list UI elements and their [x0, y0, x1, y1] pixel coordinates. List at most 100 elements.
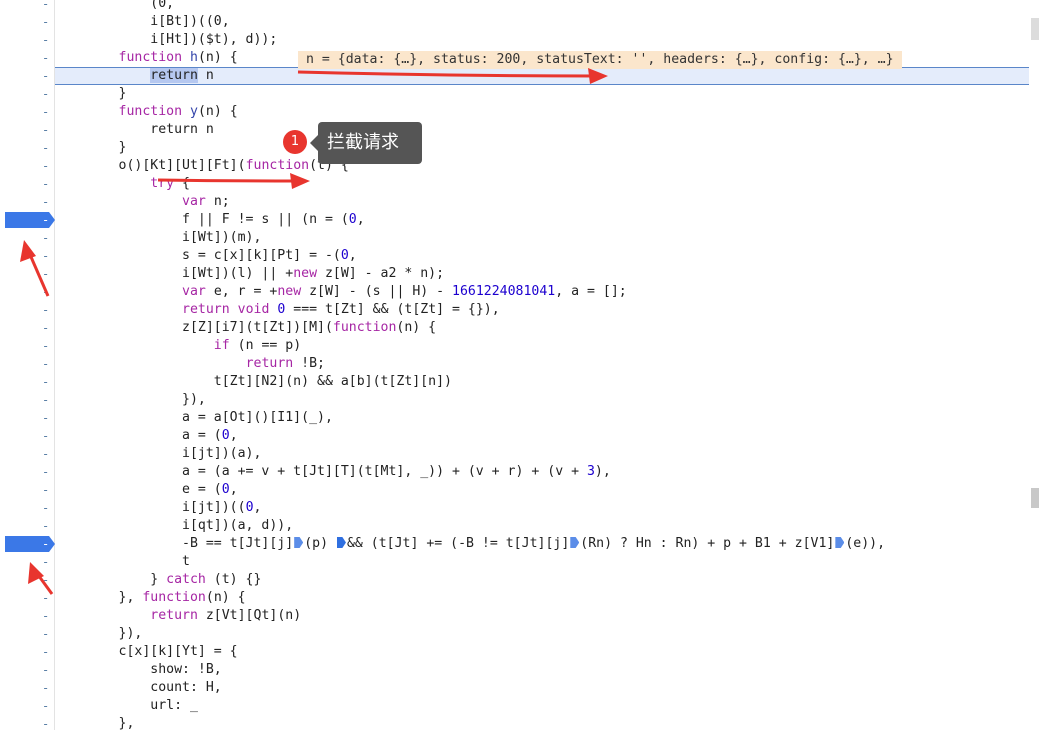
- code-line[interactable]: }: [55, 139, 1029, 157]
- code-line[interactable]: o()[Kt][Ut][Ft](function(t) {: [55, 157, 1029, 175]
- code-line[interactable]: i[Wt])(m),: [55, 229, 1029, 247]
- gutter-line[interactable]: -: [0, 157, 54, 175]
- gutter-line[interactable]: -: [0, 265, 54, 283]
- code-token: -B == t[Jt][j]: [55, 536, 294, 551]
- code-line[interactable]: (0,: [55, 0, 1029, 13]
- gutter-line[interactable]: -: [0, 517, 54, 535]
- code-line[interactable]: }: [55, 85, 1029, 103]
- code-line[interactable]: c[x][k][Yt] = {: [55, 643, 1029, 661]
- code-line[interactable]: a = (a += v + t[Jt][T](t[Mt], _)) + (v +…: [55, 463, 1029, 481]
- gutter-line[interactable]: -: [0, 13, 54, 31]
- gutter-line[interactable]: -: [0, 211, 55, 229]
- gutter-line[interactable]: -: [0, 571, 54, 589]
- code-number: 1661224081041: [452, 284, 556, 299]
- code-line[interactable]: -B == t[Jt][j] (p) && (t[Jt] += (-B != t[…: [55, 535, 1029, 553]
- gutter-dash: -: [42, 357, 50, 371]
- gutter-line[interactable]: -: [0, 31, 54, 49]
- code-token: s = c[x][k][Pt] = -(: [55, 248, 341, 263]
- gutter-line[interactable]: -: [0, 499, 54, 517]
- gutter-line[interactable]: -: [0, 409, 54, 427]
- gutter-dash: -: [42, 537, 50, 551]
- gutter-line[interactable]: -: [0, 481, 54, 499]
- gutter-line[interactable]: -: [0, 607, 54, 625]
- gutter-line[interactable]: -: [0, 283, 54, 301]
- gutter-line[interactable]: -: [0, 49, 54, 67]
- code-line[interactable]: e = (0,: [55, 481, 1029, 499]
- code-line[interactable]: i[Ht])($t), d));: [55, 31, 1029, 49]
- code-line[interactable]: function y(n) {: [55, 103, 1029, 121]
- line-gutter[interactable]: - - - - - - - - - - - - - - - - - - - - - - - - - - - - - - - - - - - - - - - -…: [0, 0, 55, 733]
- code-line[interactable]: i[jt])(a),: [55, 445, 1029, 463]
- code-token: t: [55, 554, 190, 569]
- gutter-line[interactable]: -: [0, 535, 55, 553]
- code-line[interactable]: i[jt])((0,: [55, 499, 1029, 517]
- code-line[interactable]: return void 0 === t[Zt] && (t[Zt] = {}),: [55, 301, 1029, 319]
- code-line[interactable]: z[Z][i7](t[Zt])[M](function(n) {: [55, 319, 1029, 337]
- code-line[interactable]: t[Zt][N2](n) && a[b](t[Zt][n]): [55, 373, 1029, 391]
- inline-breakpoint-icon[interactable]: [570, 537, 580, 548]
- code-line[interactable]: var n;: [55, 193, 1029, 211]
- gutter-line[interactable]: -: [0, 301, 54, 319]
- breakpoint-marker[interactable]: -: [5, 536, 55, 552]
- code-line[interactable]: a = (0,: [55, 427, 1029, 445]
- gutter-line[interactable]: -: [0, 247, 54, 265]
- gutter-line[interactable]: -: [0, 661, 54, 679]
- code-line[interactable]: i[Wt])(l) || +new z[W] - a2 * n);: [55, 265, 1029, 283]
- code-line[interactable]: t: [55, 553, 1029, 571]
- code-line[interactable]: } catch (t) {}: [55, 571, 1029, 589]
- gutter-line[interactable]: -: [0, 445, 54, 463]
- code-line[interactable]: i[Bt])((0,: [55, 13, 1029, 31]
- gutter-line[interactable]: -: [0, 193, 54, 211]
- gutter-line[interactable]: -: [0, 337, 54, 355]
- gutter-line[interactable]: -: [0, 625, 54, 643]
- code-token: {: [174, 176, 190, 191]
- code-line[interactable]: show: !B,: [55, 661, 1029, 679]
- gutter-line[interactable]: -: [0, 229, 54, 247]
- code-line[interactable]: f || F != s || (n = (0,: [55, 211, 1029, 229]
- gutter-dash: -: [42, 411, 50, 425]
- gutter-line[interactable]: -: [0, 373, 54, 391]
- gutter-line[interactable]: -: [0, 139, 54, 157]
- code-line[interactable]: }),: [55, 625, 1029, 643]
- code-token: a = a[Ot]()[I1](_),: [55, 410, 333, 425]
- inline-breakpoint-icon[interactable]: [835, 537, 845, 548]
- gutter-line[interactable]: -: [0, 103, 54, 121]
- gutter-line[interactable]: -: [0, 67, 54, 85]
- code-line[interactable]: var e, r = +new z[W] - (s || H) - 166122…: [55, 283, 1029, 301]
- gutter-line[interactable]: -: [0, 85, 54, 103]
- code-line[interactable]: if (n == p): [55, 337, 1029, 355]
- code-token: (t) {}: [205, 572, 262, 587]
- code-line[interactable]: return n: [55, 67, 1029, 85]
- vertical-scrollbar-thumb[interactable]: [1031, 488, 1039, 508]
- code-line[interactable]: s = c[x][k][Pt] = -(0,: [55, 247, 1029, 265]
- code-line[interactable]: return !B;: [55, 355, 1029, 373]
- gutter-line[interactable]: -: [0, 355, 54, 373]
- gutter-line[interactable]: -: [0, 553, 54, 571]
- code-line[interactable]: try {: [55, 175, 1029, 193]
- code-editor[interactable]: (0, i[Bt])((0, i[Ht])($t), d)); function…: [55, 0, 1029, 730]
- inline-breakpoint-icon[interactable]: [336, 537, 346, 548]
- gutter-line[interactable]: -: [0, 463, 54, 481]
- gutter-line[interactable]: -: [0, 175, 54, 193]
- gutter-line[interactable]: -: [0, 697, 54, 715]
- gutter-line[interactable]: -: [0, 0, 54, 13]
- code-line[interactable]: url: _: [55, 697, 1029, 715]
- gutter-line[interactable]: -: [0, 643, 54, 661]
- gutter-line[interactable]: -: [0, 427, 54, 445]
- inline-breakpoint-icon[interactable]: [294, 537, 304, 548]
- code-line[interactable]: },: [55, 715, 1029, 730]
- code-line[interactable]: return n: [55, 121, 1029, 139]
- code-line[interactable]: }, function(n) {: [55, 589, 1029, 607]
- code-line[interactable]: return z[Vt][Qt](n): [55, 607, 1029, 625]
- breakpoint-marker[interactable]: -: [5, 212, 55, 228]
- gutter-line[interactable]: -: [0, 679, 54, 697]
- code-line[interactable]: count: H,: [55, 679, 1029, 697]
- gutter-line[interactable]: -: [0, 319, 54, 337]
- code-line[interactable]: a = a[Ot]()[I1](_),: [55, 409, 1029, 427]
- code-line[interactable]: }),: [55, 391, 1029, 409]
- gutter-line[interactable]: -: [0, 121, 54, 139]
- gutter-line[interactable]: -: [0, 715, 54, 733]
- code-line[interactable]: i[qt])(a, d)),: [55, 517, 1029, 535]
- gutter-line[interactable]: -: [0, 391, 54, 409]
- gutter-line[interactable]: -: [0, 589, 54, 607]
